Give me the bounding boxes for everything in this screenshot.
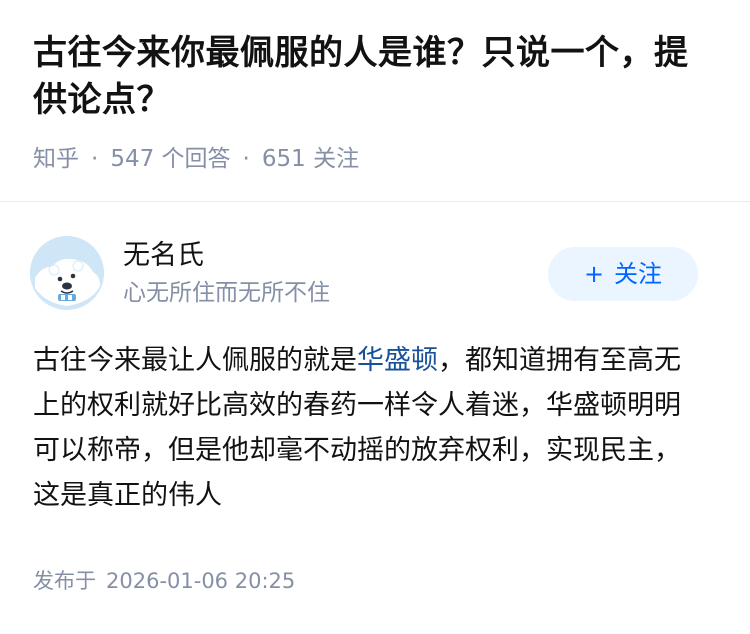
question-meta: 知乎 · 547 个回答 · 651 关注	[33, 142, 359, 176]
meta-separator: ·	[91, 146, 99, 172]
follower-count: 651	[261, 146, 306, 172]
answer-text-before-link: 古往今来最让人佩服的就是	[33, 345, 357, 376]
meta-separator: ·	[242, 146, 250, 172]
plus-icon: +	[583, 260, 605, 288]
author-name[interactable]: 无名氏	[123, 238, 204, 274]
answer-count-label: 个回答	[161, 146, 231, 172]
follower-count-label: 关注	[313, 146, 360, 172]
published-label: 发布于	[33, 569, 96, 593]
follow-button[interactable]: + 关注	[548, 247, 698, 301]
answer-author: 无名氏 心无所住而无所不住 + 关注	[0, 202, 750, 322]
question-title[interactable]: 古往今来你最佩服的人是谁？只说一个，提供论点？	[33, 30, 720, 124]
source-label[interactable]: 知乎	[33, 146, 79, 172]
washington-link[interactable]: 华盛顿	[357, 345, 438, 376]
answer-count: 547	[110, 146, 155, 172]
author-bio: 心无所住而无所不住	[123, 280, 330, 306]
published-time: 2026-01-06 20:25	[106, 569, 296, 593]
follow-button-label: 关注	[614, 260, 663, 288]
answer-footer: 发布于 2026-01-06 20:25	[33, 564, 295, 598]
polar-bear-avatar-svg	[30, 236, 104, 310]
polar-bear-avatar-icon[interactable]	[30, 236, 104, 310]
answer-content: 古往今来最让人佩服的就是华盛顿，都知道拥有至高无上的权利就好比高效的春药一样令人…	[33, 338, 703, 518]
